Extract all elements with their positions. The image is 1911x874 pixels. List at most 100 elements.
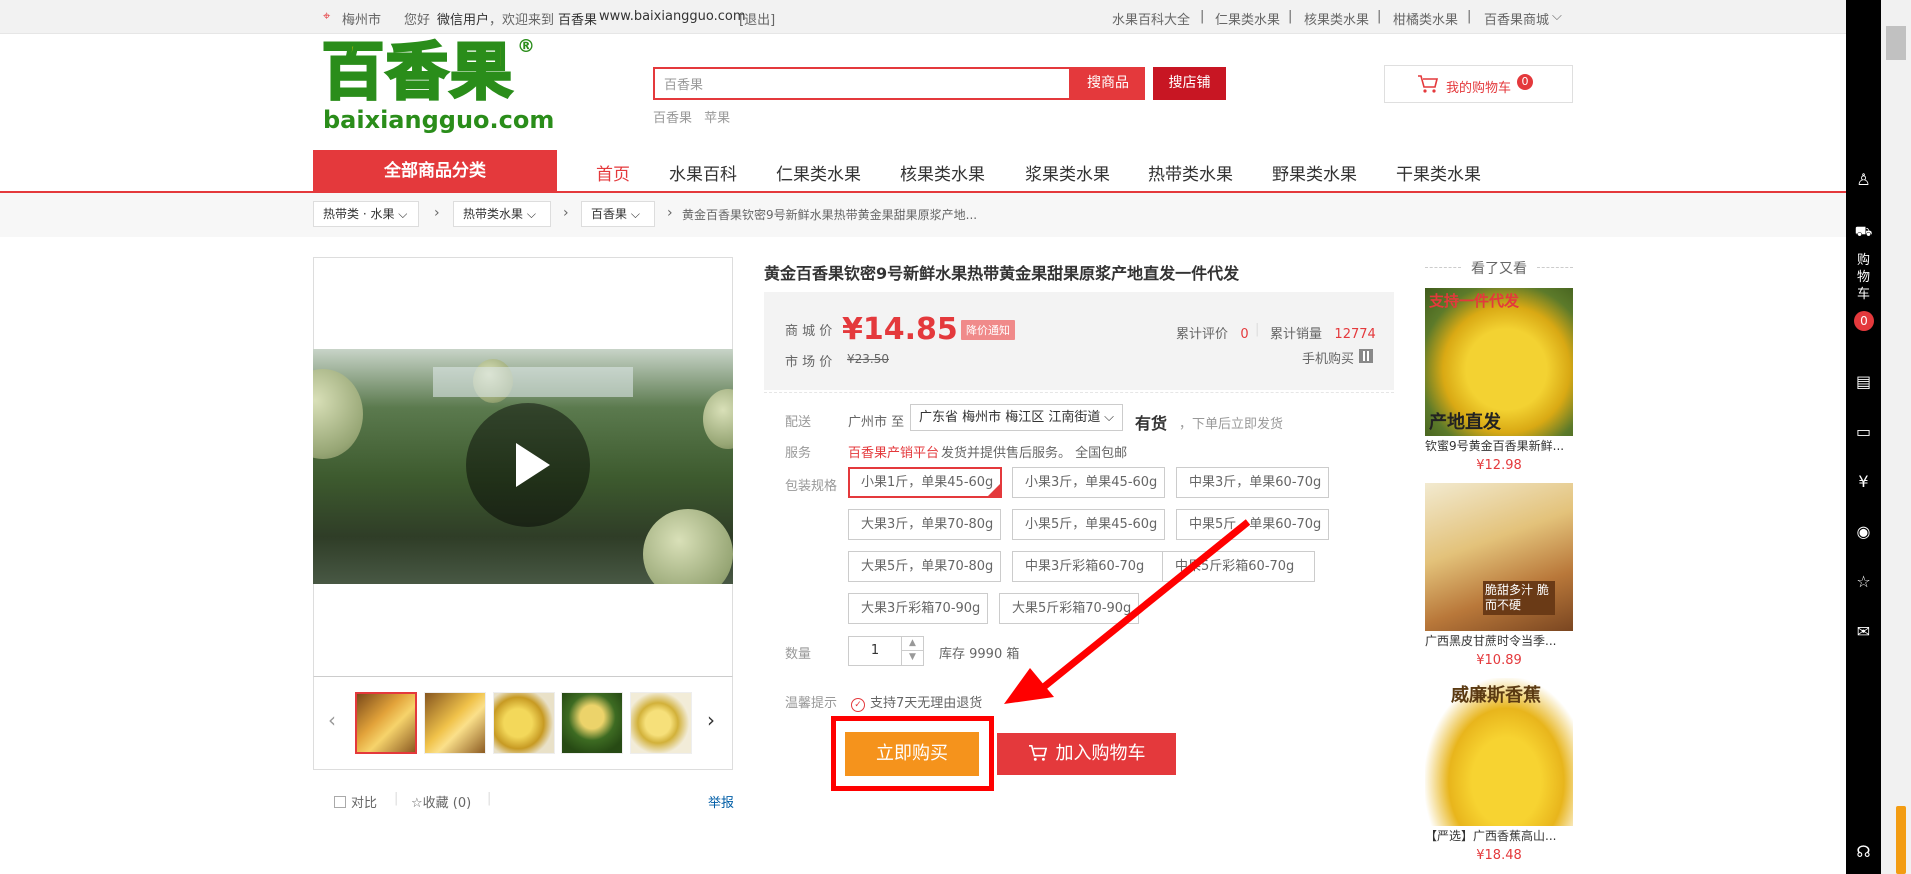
breadcrumb-item[interactable]: 热带类 · 水果 ⌵ <box>313 201 419 227</box>
search-store-button[interactable]: 搜店铺 <box>1153 67 1226 100</box>
thumbnail[interactable] <box>424 692 486 754</box>
cart-icon <box>1418 75 1439 93</box>
all-categories-button[interactable]: 全部商品分类 <box>313 150 557 192</box>
favorite-button[interactable]: ☆收藏 (0) <box>411 792 471 811</box>
logo-chinese[interactable]: 百香果 <box>320 34 514 110</box>
chevron-down-icon: ⌵ <box>627 207 640 221</box>
search-box <box>653 67 1071 100</box>
breadcrumb-item[interactable]: 百香果 ⌵ <box>581 201 655 227</box>
spec-option[interactable]: 小果5斤，单果45-60g <box>1012 509 1165 540</box>
add-to-cart-button[interactable]: 加入购物车 <box>997 733 1176 775</box>
mobile-buy-link[interactable]: 手机购买 <box>1302 348 1354 367</box>
quantity-increase-button[interactable]: ▲ <box>902 636 924 651</box>
user-icon[interactable]: ♙ <box>1846 170 1881 189</box>
quantity-input[interactable]: 1 <box>848 636 902 666</box>
qrcode-icon[interactable] <box>1359 349 1373 363</box>
eye-icon[interactable]: ◉ <box>1846 522 1881 541</box>
market-price: ¥23.50 <box>847 352 889 366</box>
service-text: 发货并提供售后服务。 全国包邮 <box>941 446 1128 461</box>
spec-option-selected[interactable]: 小果1斤，单果45-60g <box>848 467 1002 498</box>
quantity-label: 数量 <box>785 647 812 662</box>
my-cart-button[interactable]: 我的购物车 0 <box>1384 65 1573 103</box>
spec-option[interactable]: 中果5斤，单果60-70g <box>1176 509 1329 540</box>
recommend-item-name[interactable]: 钦蜜9号黄金百香果新鲜... <box>1425 437 1573 454</box>
spec-option[interactable]: 大果5斤，单果70-80g <box>848 551 1001 582</box>
registered-mark: ® <box>517 36 535 57</box>
star-icon[interactable]: ☆ <box>1846 572 1881 591</box>
play-icon[interactable] <box>466 403 590 527</box>
toplink-drupe[interactable]: 核果类水果 <box>1304 9 1369 28</box>
spec-option[interactable]: 中果3斤彩箱60-70g <box>1012 551 1165 582</box>
hot-keyword[interactable]: 苹果 <box>704 111 730 126</box>
greeting: 您好 <box>404 13 431 28</box>
inventory-text: 库存 9990 箱 <box>939 647 1020 662</box>
compare-checkbox[interactable]: 对比 <box>334 792 377 811</box>
welcome-text: ，欢迎来到 <box>489 13 555 28</box>
chevron-left-icon[interactable]: ‹ <box>328 708 336 732</box>
nav-wild[interactable]: 野果类水果 <box>1272 160 1357 185</box>
thumbnail[interactable] <box>355 692 417 754</box>
mail-icon[interactable]: ✉ <box>1846 622 1881 641</box>
chevron-down-icon: ⌵ <box>394 207 408 221</box>
nav-drupe[interactable]: 核果类水果 <box>900 160 985 185</box>
price-notice-button[interactable]: 降价通知 <box>961 320 1015 340</box>
cart-count-badge: 0 <box>1517 74 1533 90</box>
spec-option[interactable]: 中果3斤，单果60-70g <box>1176 467 1329 498</box>
thumbnail[interactable] <box>630 692 692 754</box>
search-input[interactable] <box>655 69 1069 98</box>
thumbnail[interactable] <box>493 692 555 754</box>
price-label: 商 城 价 <box>785 324 833 339</box>
service-provider-link[interactable]: 百香果产销平台 <box>848 442 939 461</box>
recommend-item-name[interactable]: 广西黑皮甘蔗时令当季... <box>1425 632 1573 649</box>
recommend-item-price: ¥12.98 <box>1476 458 1522 473</box>
nav-home[interactable]: 首页 <box>596 160 630 185</box>
recommend-item-name[interactable]: 【严选】广西香蕉高山... <box>1425 827 1573 844</box>
ship-from: 广州市 至 <box>848 415 905 430</box>
scrollbar[interactable] <box>1881 0 1911 874</box>
nav-berry[interactable]: 浆果类水果 <box>1025 160 1110 185</box>
recommend-item-image[interactable]: 威廉斯香蕉 <box>1425 678 1573 826</box>
buy-now-button[interactable]: 立即购买 <box>845 732 979 776</box>
spec-option[interactable]: 大果3斤，单果70-80g <box>848 509 1001 540</box>
logo-domain[interactable]: baixiangguo.com <box>323 106 554 134</box>
spec-option[interactable]: 中果5斤彩箱60-70g <box>1162 551 1315 582</box>
nav-encyclopedia[interactable]: 水果百科 <box>669 160 737 185</box>
nav-dried[interactable]: 干果类水果 <box>1396 160 1481 185</box>
spec-option[interactable]: 小果3斤，单果45-60g <box>1012 467 1165 498</box>
report-link[interactable]: 举报 <box>708 792 734 811</box>
nav-pome[interactable]: 仁果类水果 <box>776 160 861 185</box>
scrollbar-thumb[interactable] <box>1886 26 1906 60</box>
region-selector[interactable]: 广东省 梅州市 梅江区 江南街道 ⌵ <box>910 404 1123 431</box>
quantity-decrease-button[interactable]: ▼ <box>902 651 924 666</box>
chevron-right-icon[interactable]: › <box>707 708 715 732</box>
review-count[interactable]: 累计评价 0 <box>1176 323 1249 342</box>
hot-keyword[interactable]: 百香果 <box>653 111 692 126</box>
clipboard-icon[interactable]: ▤ <box>1846 372 1881 391</box>
thumbnail[interactable] <box>561 692 623 754</box>
username-link[interactable]: 微信用户 <box>437 9 489 28</box>
spec-option[interactable]: 大果5斤彩箱70-90g <box>999 593 1139 624</box>
toplink-citrus[interactable]: 柑橘类水果 <box>1393 9 1458 28</box>
recommend-item-price: ¥10.89 <box>1476 653 1522 668</box>
coupon-icon[interactable]: ▭ <box>1846 422 1881 441</box>
toplink-encyclopedia[interactable]: 水果百科大全 <box>1112 9 1190 28</box>
recommend-item-image[interactable]: 脆甜多汁 脆而不硬 <box>1425 483 1573 631</box>
sales-count: 累计销量 12774 <box>1270 327 1376 342</box>
current-price: ¥14.85 <box>842 312 958 347</box>
toplink-pome[interactable]: 仁果类水果 <box>1215 9 1280 28</box>
back-to-top-marker[interactable] <box>1896 806 1906 874</box>
nav-tropical[interactable]: 热带类水果 <box>1148 160 1233 185</box>
logout-link[interactable]: [退出] <box>739 9 775 28</box>
city-selector[interactable]: 梅州市 <box>342 9 381 28</box>
toplink-mall[interactable]: 百香果商城 <box>1484 9 1549 28</box>
yen-icon[interactable]: ¥ <box>1846 472 1881 491</box>
breadcrumb-item[interactable]: 热带类水果 ⌵ <box>453 201 551 227</box>
toolbar-cart-label[interactable]: 购物车 <box>1846 232 1881 303</box>
tip-label: 温馨提示 <box>785 696 838 711</box>
recommend-item-price: ¥18.48 <box>1476 848 1522 863</box>
toolbar-cart-badge: 0 <box>1854 311 1874 331</box>
recommend-item-image[interactable]: 支持一件代发 产地直发 <box>1425 288 1573 436</box>
service-icon[interactable]: ☊ <box>1846 842 1881 861</box>
spec-option[interactable]: 大果3斤彩箱70-90g <box>848 593 988 624</box>
search-goods-button[interactable]: 搜商品 <box>1071 67 1145 100</box>
